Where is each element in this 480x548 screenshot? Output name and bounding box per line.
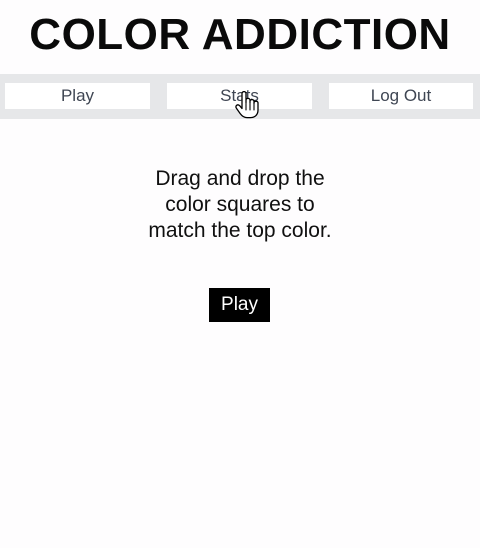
- instructions-text: Drag and drop the color squares to match…: [120, 166, 360, 244]
- instructions-line-3: match the top color.: [148, 219, 332, 242]
- nav-logout-button[interactable]: Log Out: [329, 83, 473, 109]
- hand-pointer-icon: [235, 91, 259, 119]
- app-title: COLOR ADDICTION: [29, 10, 451, 59]
- nav-play-button[interactable]: Play: [5, 83, 150, 109]
- instructions-line-1: Drag and drop the: [155, 167, 325, 190]
- play-button[interactable]: Play: [209, 288, 270, 322]
- instructions-line-2: color squares to: [165, 193, 315, 216]
